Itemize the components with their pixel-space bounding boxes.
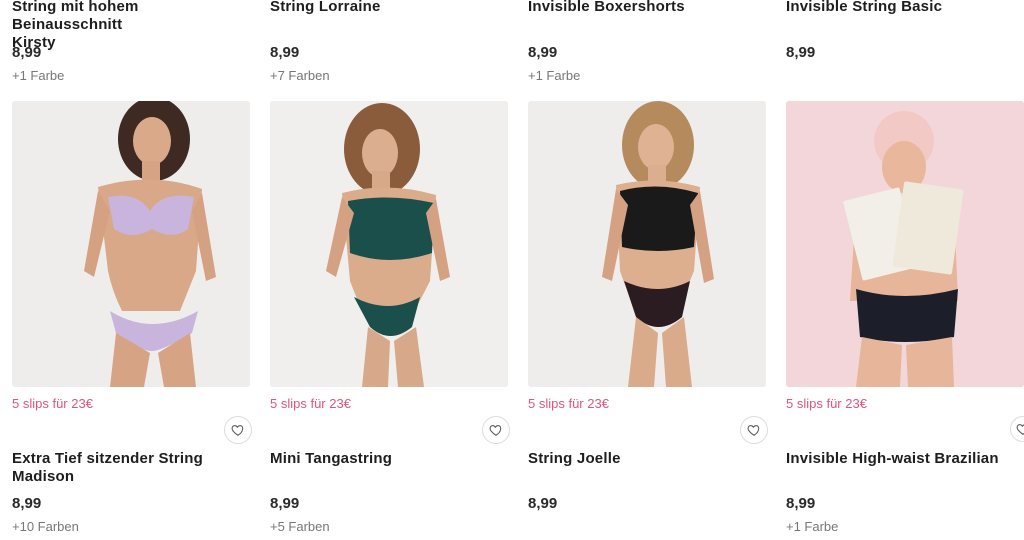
- product-price: 8,99: [786, 44, 816, 61]
- product-title-line[interactable]: Madison: [12, 468, 203, 486]
- product-image-madison[interactable]: [12, 101, 250, 387]
- product-price: 8,99: [270, 495, 300, 512]
- color-count[interactable]: +5 Farben: [270, 519, 330, 534]
- product-title[interactable]: Invisible High-waist Brazilian: [786, 450, 999, 468]
- color-count[interactable]: +7 Farben: [270, 68, 330, 83]
- model-photo: [528, 101, 766, 387]
- product-card-madison[interactable]: 5 slips für 23€ Extra Tief sitzender Str…: [12, 396, 252, 540]
- model-photo: [270, 101, 508, 387]
- model-photo: [786, 101, 1024, 387]
- color-count[interactable]: +1 Farbe: [528, 68, 580, 83]
- promo-label: 5 slips für 23€: [12, 396, 93, 411]
- promo-label: 5 slips für 23€: [270, 396, 351, 411]
- product-title[interactable]: Mini Tangastring: [270, 450, 392, 468]
- product-price: 8,99: [528, 495, 558, 512]
- model-photo: [12, 101, 250, 387]
- color-count[interactable]: +1 Farbe: [786, 519, 838, 534]
- product-price: 8,99: [786, 495, 816, 512]
- product-title[interactable]: String Joelle: [528, 450, 621, 468]
- product-price: 8,99: [12, 495, 42, 512]
- wishlist-button[interactable]: [482, 416, 510, 444]
- promo-label: 5 slips für 23€: [786, 396, 867, 411]
- product-title-line[interactable]: Extra Tief sitzender String: [12, 450, 203, 468]
- wishlist-button[interactable]: [224, 416, 252, 444]
- product-title-line[interactable]: String mit hohem Beinausschnitt: [12, 0, 250, 34]
- product-title[interactable]: String mit hohem Beinausschnitt Kirsty: [12, 0, 250, 52]
- color-count[interactable]: +1 Farbe: [12, 68, 64, 83]
- product-card-joelle[interactable]: 5 slips für 23€ String Joelle 8,99: [528, 396, 768, 540]
- product-title[interactable]: Invisible Boxershorts: [528, 0, 685, 16]
- product-image-joelle[interactable]: [528, 101, 766, 387]
- product-card-invisible-high-waist-brazilian[interactable]: 5 slips für 23€ Invisible High-waist Bra…: [786, 396, 1024, 540]
- product-title[interactable]: Invisible String Basic: [786, 0, 942, 16]
- wishlist-button[interactable]: [1010, 416, 1024, 442]
- heart-icon: [1016, 424, 1024, 435]
- product-image-invisible-high-waist-brazilian[interactable]: [786, 101, 1024, 387]
- product-image-mini-tangastring[interactable]: [270, 101, 508, 387]
- color-count[interactable]: +10 Farben: [12, 519, 79, 534]
- product-title-line[interactable]: Kirsty: [12, 34, 250, 52]
- heart-icon: [231, 425, 244, 436]
- product-price: 8,99: [528, 44, 558, 61]
- promo-label: 5 slips für 23€: [528, 396, 609, 411]
- product-title[interactable]: String Lorraine: [270, 0, 381, 16]
- product-card-mini-tangastring[interactable]: 5 slips für 23€ Mini Tangastring 8,99 +5…: [270, 396, 510, 540]
- heart-icon: [489, 425, 502, 436]
- heart-icon: [747, 425, 760, 436]
- product-price: 8,99: [12, 44, 42, 61]
- product-title[interactable]: Extra Tief sitzender String Madison: [12, 450, 203, 486]
- wishlist-button[interactable]: [740, 416, 768, 444]
- product-price: 8,99: [270, 44, 300, 61]
